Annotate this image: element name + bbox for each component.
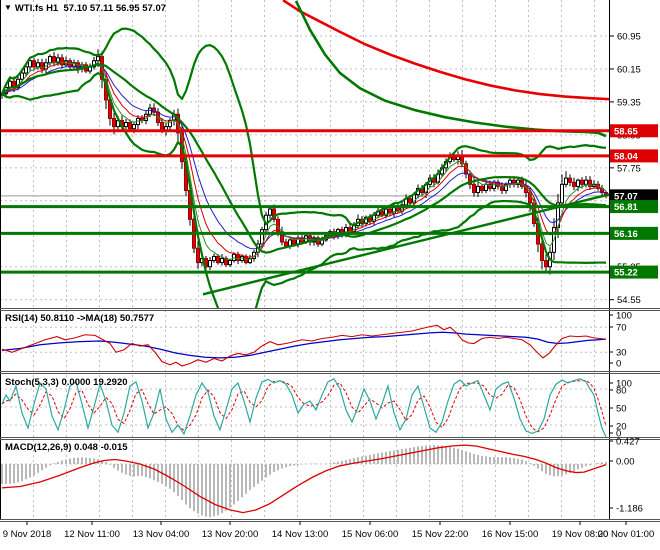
price-badge-value: 58.04 [614,151,638,162]
time-tick-label: 15 Nov 06:00 [342,529,399,540]
ohlc-low: 56.95 [115,3,140,14]
indicator-tick-label: 30 [616,348,627,359]
indicator-tick-label: 0 [616,359,621,370]
indicator-tick-label: 0.427 [616,437,640,448]
price-tick-label: 60.15 [617,64,641,75]
price-chart-canvas: 60.9560.1559.3558.5557.7556.9556.1555.35… [0,0,660,550]
price-badge-value: 55.22 [614,268,638,279]
price-badge: 58.65 [610,124,658,138]
indicator-tick-label: 0.00 [616,457,635,468]
ohlc-open: 57.10 [63,3,88,14]
time-tick-label: 12 Nov 11:00 [64,529,120,540]
price-badge-value: 56.16 [614,229,638,240]
price-badge: 55.22 [610,265,658,279]
time-tick-label: 15 Nov 22:00 [412,529,469,540]
indicator-tick-label: -1.186 [616,504,643,515]
time-tick-label: 13 Nov 20:00 [202,529,259,540]
symbol-name: WTI.fs [14,3,44,14]
price-badge: 58.04 [610,149,658,163]
price-tick-label: 59.35 [617,97,641,108]
price-tick-label: 57.75 [617,163,641,174]
rsi-indicator-label: RSI(14) 50.8110 ->MA(18) 50.7577 [5,313,155,324]
time-tick-label: 20 Nov 01:00 [598,529,655,540]
time-tick-label: 14 Nov 13:00 [272,529,329,540]
indicator-tick-label: 80 [616,386,627,397]
price-tick-label: 60.95 [617,32,641,43]
symbol-marker-icon[interactable]: ▼ [4,3,12,12]
indicator-tick-label: 100 [616,311,632,322]
chart-header: ▼ WTI.fs H1 57.10 57.11 56.95 57.07 [4,3,166,14]
time-tick-label: 9 Nov 2018 [3,529,52,540]
price-badge-value: 58.65 [614,126,638,137]
stochastic-indicator-label: Stoch(5,3,3) 0.0000 19.2920 [5,377,128,388]
price-tick-label: 54.55 [617,295,641,306]
timeframe-label: H1 [46,3,59,14]
time-tick-label: 13 Nov 04:00 [133,529,190,540]
price-badge: 56.16 [610,226,658,240]
indicator-tick-label: 70 [616,323,627,334]
ohlc-close: 57.07 [142,3,167,14]
price-badge-value: 56.81 [614,202,638,213]
time-tick-label: 16 Nov 15:00 [482,529,539,540]
trading-chart-window: 60.9560.1559.3558.5557.7556.9556.1555.35… [0,0,660,550]
price-badge: 56.81 [610,200,658,214]
ohlc-high: 57.11 [89,3,114,14]
indicator-tick-label: 50 [616,404,627,415]
macd-indicator-label: MACD(12,26,9) 0.048 -0.015 [5,442,128,453]
